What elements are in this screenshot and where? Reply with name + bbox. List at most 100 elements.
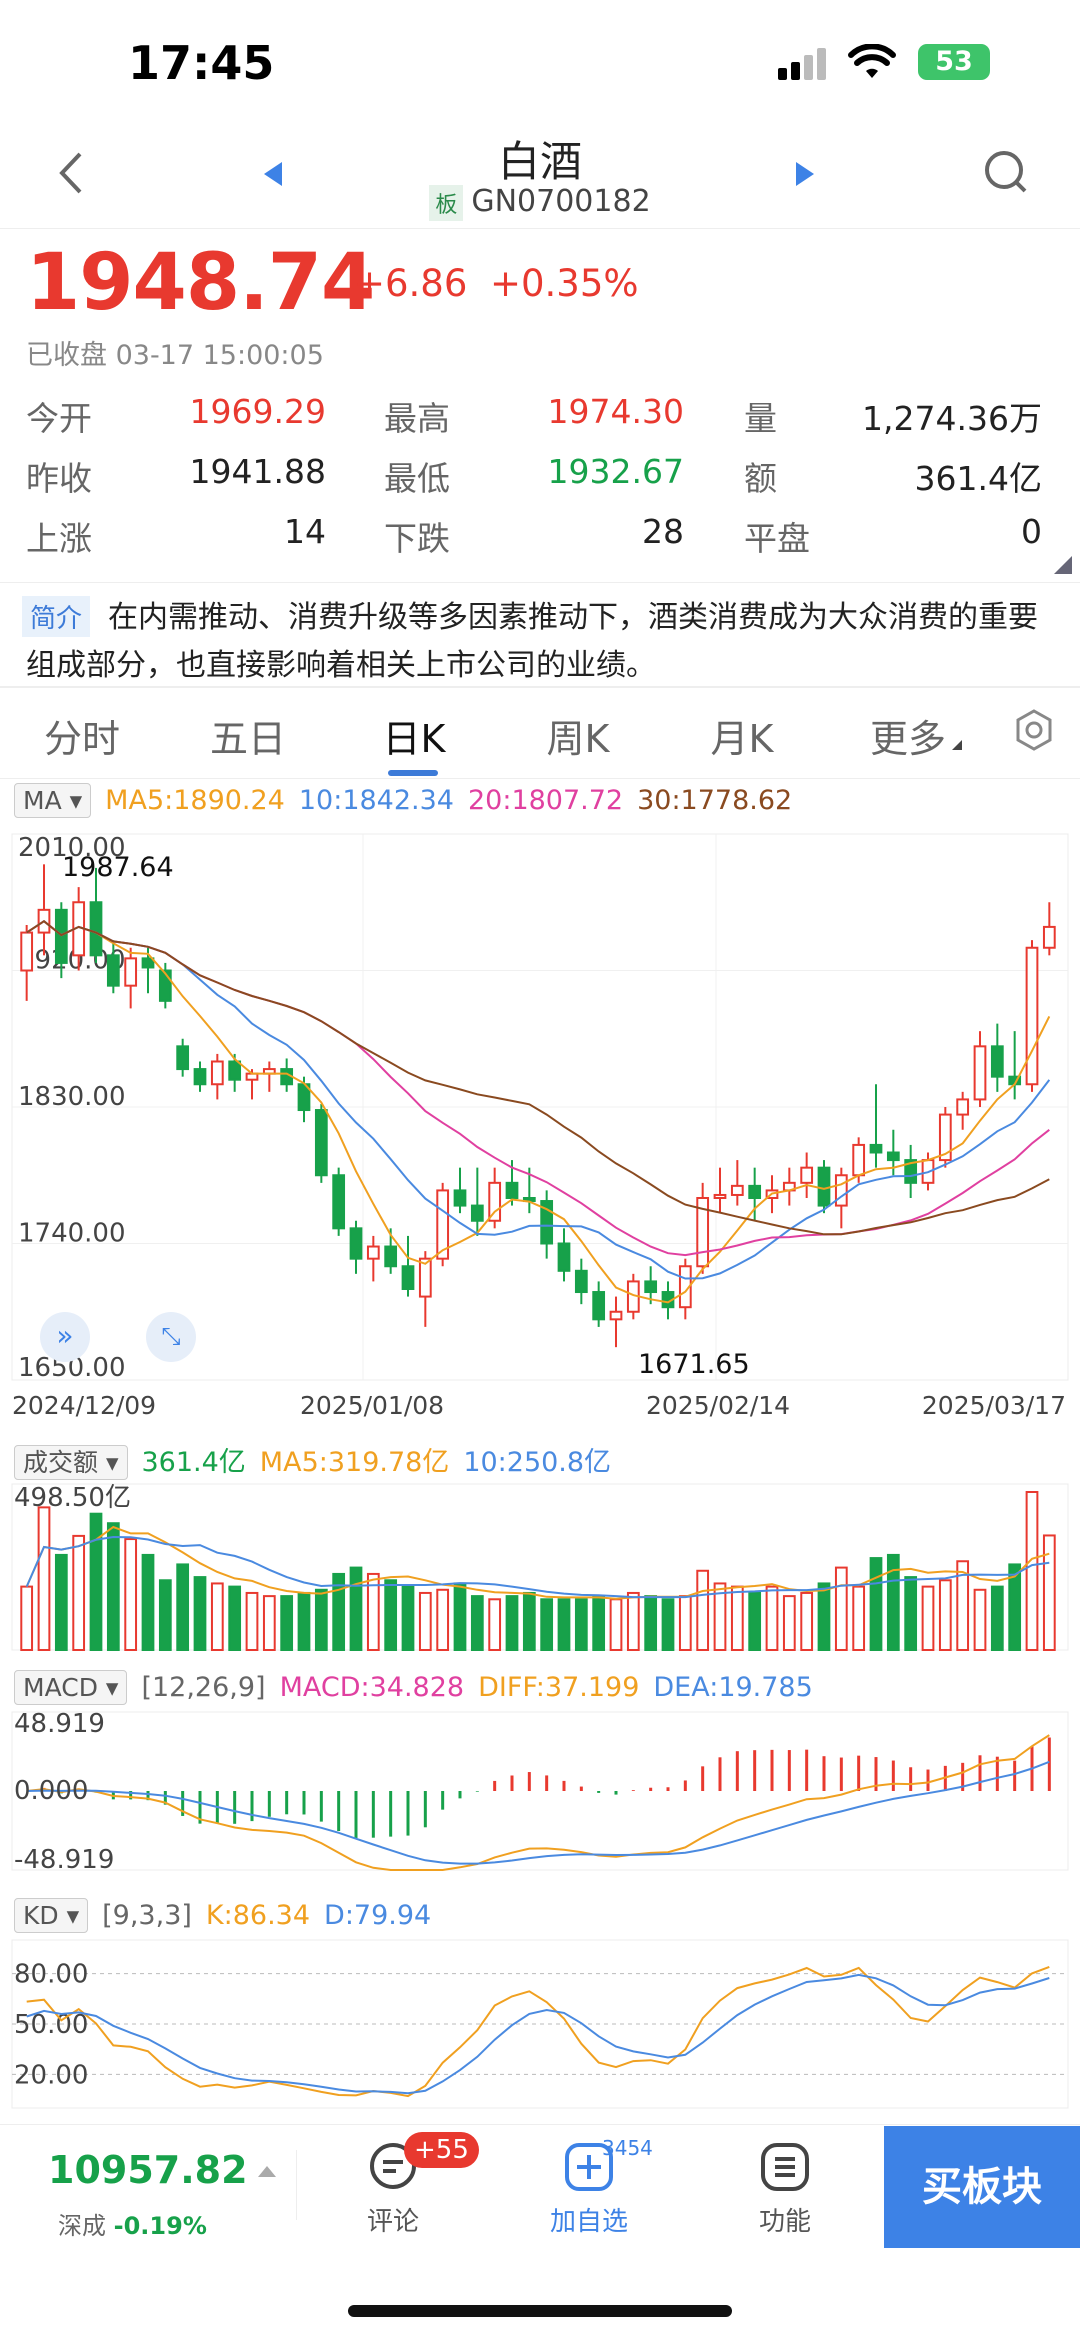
- comment-label: 评论: [366, 2207, 419, 2237]
- candle-body: [1042, 925, 1056, 949]
- d-line: [26, 1973, 1050, 2095]
- candle-body: [817, 1166, 831, 1207]
- candle-body: [124, 957, 138, 987]
- y-tick-label: 20.00: [14, 2060, 88, 2090]
- volume-bar: [609, 1598, 623, 1651]
- candle-body: [557, 1242, 571, 1272]
- x-tick-label: 2025/02/14: [646, 1391, 790, 1420]
- candle-body: [852, 1143, 866, 1177]
- volume-bar: [730, 1585, 744, 1652]
- max-annotation: 1987.64: [62, 852, 174, 883]
- index-change: -0.19%: [113, 2212, 207, 2240]
- candle-body: [592, 1291, 606, 1321]
- x-tick-label: 2024/12/09: [12, 1391, 156, 1420]
- volume-bar: [938, 1579, 952, 1651]
- watch-count: 3454: [602, 2136, 653, 2160]
- function-button[interactable]: 功能: [720, 2140, 850, 2238]
- x-tick-label: 2025/03/17: [922, 1391, 1066, 1420]
- candle-body: [973, 1045, 987, 1101]
- volume-bar: [869, 1557, 883, 1651]
- volume-bar: [193, 1576, 207, 1652]
- volume-bar: [765, 1585, 779, 1652]
- volume-bar: [106, 1522, 120, 1651]
- candle-body: [1025, 946, 1039, 1086]
- candle-body: [505, 1181, 519, 1200]
- volume-bar: [37, 1506, 51, 1651]
- volume-bar: [176, 1563, 190, 1651]
- volume-bar: [228, 1585, 242, 1652]
- volume-bar: [834, 1566, 848, 1651]
- candle-body: [453, 1189, 467, 1207]
- candle-body: [574, 1269, 588, 1294]
- volume-bar: [401, 1585, 415, 1652]
- volume-bar: [20, 1585, 34, 1652]
- y-tick-label: 0.000: [14, 1776, 88, 1806]
- volume-bar: [678, 1595, 692, 1652]
- volume-bar: [921, 1585, 935, 1652]
- candle-body: [990, 1045, 1004, 1078]
- fullscreen-icon[interactable]: ⤡: [146, 1312, 196, 1362]
- candle-body: [54, 908, 68, 964]
- volume-bar: [540, 1598, 554, 1651]
- volume-bar: [280, 1595, 294, 1652]
- volume-bar: [782, 1595, 796, 1652]
- volume-bar: [748, 1591, 762, 1652]
- volume-bar: [262, 1595, 276, 1652]
- index-value[interactable]: 10957.82: [48, 2148, 248, 2192]
- volume-bar: [158, 1579, 172, 1651]
- volume-bar: [644, 1595, 658, 1652]
- y-tick-label: 498.50亿: [14, 1483, 131, 1513]
- index-name: 深成: [58, 2212, 106, 2240]
- volume-bar: [904, 1576, 918, 1652]
- min-annotation: 1671.65: [638, 1349, 750, 1380]
- volume-bar: [453, 1582, 467, 1651]
- volume-bar: [817, 1582, 831, 1651]
- volume-bar: [314, 1588, 328, 1651]
- candle-body: [834, 1174, 848, 1207]
- volume-bar: [245, 1591, 259, 1652]
- volume-bar: [72, 1534, 86, 1652]
- volume-bar: [1042, 1534, 1056, 1652]
- volume-bar: [418, 1591, 432, 1652]
- candle-body: [401, 1265, 415, 1290]
- volume-bar: [54, 1553, 68, 1652]
- ma-line: [26, 919, 1051, 1304]
- watch-label: 加自选: [549, 2207, 628, 2237]
- volume-bar: [973, 1588, 987, 1651]
- volume-bar: [505, 1595, 519, 1652]
- candle-body: [748, 1184, 762, 1200]
- x-tick-label: 2025/01/08: [300, 1391, 444, 1420]
- volume-bar: [522, 1591, 536, 1652]
- y-tick-label: 1740.00: [18, 1219, 126, 1249]
- volume-bar: [124, 1538, 138, 1652]
- home-indicator[interactable]: [348, 2305, 732, 2317]
- volume-bar: [210, 1582, 224, 1651]
- candle-body: [332, 1174, 346, 1230]
- y-tick-label: 80.00: [14, 1960, 88, 1990]
- volume-bar: [297, 1591, 311, 1652]
- volume-bar: [661, 1598, 675, 1651]
- stock-charts[interactable]: 2010.001920.001830.001740.001650.001987.…: [0, 0, 1080, 2337]
- y-tick-label: 1830.00: [18, 1082, 126, 1112]
- candle-body: [470, 1204, 484, 1222]
- volume-bar: [349, 1566, 363, 1651]
- y-tick-label: 48.919: [14, 1709, 105, 1739]
- bottom-separator: [296, 2150, 297, 2220]
- candle-body: [106, 954, 120, 987]
- candle-body: [366, 1245, 380, 1260]
- ma-line: [26, 919, 1050, 1236]
- candle-body: [210, 1060, 224, 1086]
- volume-bar: [470, 1595, 484, 1652]
- volume-bar: [488, 1598, 502, 1651]
- expand-left-icon[interactable]: »: [40, 1312, 90, 1362]
- candle-body: [228, 1060, 242, 1081]
- diff-line: [26, 1734, 1050, 1871]
- candle-body: [314, 1109, 328, 1177]
- volume-bar: [626, 1591, 640, 1652]
- candle-body: [193, 1068, 207, 1086]
- candle-body: [384, 1245, 398, 1268]
- candle-body: [609, 1310, 623, 1321]
- volume-bar: [990, 1585, 1004, 1652]
- buy-board-button[interactable]: 买板块: [884, 2126, 1080, 2248]
- candle-body: [869, 1143, 883, 1154]
